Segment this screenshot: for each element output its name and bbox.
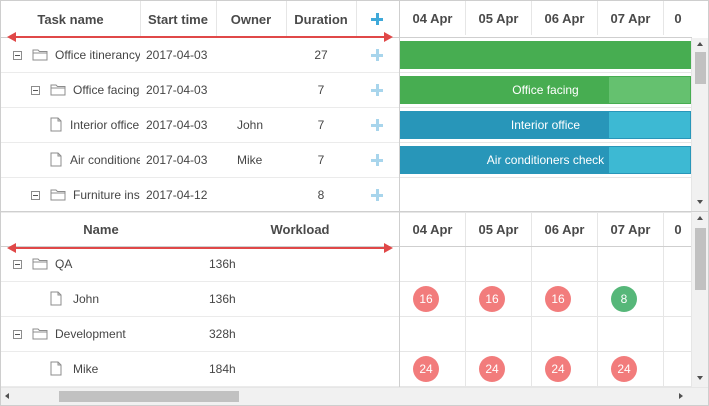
column-header-workload[interactable]: Workload: [201, 212, 399, 246]
file-icon: [50, 117, 62, 135]
gantt-task-bar[interactable]: Office facing: [400, 76, 691, 104]
horizontal-scroll-thumb[interactable]: [59, 391, 239, 402]
task-row[interactable]: Office itinerancy 2017-04-03 27: [1, 38, 399, 73]
folder-icon: [50, 188, 66, 204]
timeline-date-header: 04 Apr: [412, 221, 453, 237]
task-duration: 7: [317, 118, 325, 132]
task-duration: 7: [317, 83, 325, 97]
grid-resize-arrow-icon[interactable]: [7, 31, 393, 43]
file-icon: [50, 291, 62, 309]
task-row[interactable]: Furniture installation 2017-04-12 8: [1, 178, 399, 213]
collapse-toggle-icon[interactable]: [13, 260, 22, 269]
task-progress-fill: [401, 42, 690, 68]
resource-grid-resize-arrow-icon[interactable]: [7, 242, 393, 254]
resource-name: Mike: [73, 362, 99, 376]
workload-circle[interactable]: 24: [545, 356, 571, 382]
gantt-task-bar[interactable]: [400, 41, 691, 69]
task-owner: Mike: [237, 153, 263, 167]
timeline-date-header: 07 Apr: [610, 221, 651, 237]
workload-circle[interactable]: 8: [611, 286, 637, 312]
task-row[interactable]: Office facing 2017-04-03 7: [1, 73, 399, 108]
task-name: Interior office: [70, 118, 140, 132]
gantt-vertical-scrollbar[interactable]: [691, 38, 708, 211]
file-icon: [50, 152, 62, 170]
folder-icon: [32, 48, 48, 64]
timeline-date-header: 05 Apr: [478, 10, 519, 26]
scroll-left-arrow-icon[interactable]: [5, 393, 9, 399]
task-owner: [237, 73, 286, 107]
resource-workload: 136h: [209, 292, 236, 306]
task-name: Furniture installation: [73, 188, 140, 202]
task-owner: John: [237, 118, 264, 132]
add-subtask-plus-icon[interactable]: [370, 153, 384, 167]
collapse-toggle-icon[interactable]: [13, 51, 22, 60]
collapse-toggle-icon[interactable]: [31, 86, 40, 95]
collapse-toggle-icon[interactable]: [13, 330, 22, 339]
resource-workload: 184h: [209, 362, 236, 376]
gantt-timeline-header: 04 Apr 05 Apr 06 Apr 07 Apr 0: [400, 1, 692, 38]
timeline-date-header: 07 Apr: [610, 10, 651, 26]
resource-timeline-header: 04 Apr 05 Apr 06 Apr 07 Apr 0: [400, 212, 692, 247]
workload-circle[interactable]: 16: [545, 286, 571, 312]
task-start-time: 2017-04-03: [146, 48, 208, 62]
workload-circle[interactable]: 16: [413, 286, 439, 312]
task-bar-label: Office facing: [512, 83, 579, 97]
task-start-time: 2017-04-03: [146, 118, 208, 132]
task-start-time: 2017-04-03: [146, 83, 208, 97]
workload-circle[interactable]: 24: [611, 356, 637, 382]
workload-circle[interactable]: 16: [479, 286, 505, 312]
task-start-time: 2017-04-03: [146, 153, 208, 167]
add-task-plus-icon[interactable]: [370, 12, 384, 26]
task-duration: 8: [317, 188, 325, 202]
task-duration: 27: [314, 48, 328, 62]
file-icon: [50, 361, 62, 379]
add-subtask-plus-icon[interactable]: [370, 83, 384, 97]
timeline-date-header: 0: [674, 221, 682, 237]
task-name: Air conditioners check: [70, 153, 140, 167]
timeline-date-header: 05 Apr: [478, 221, 519, 237]
horizontal-scrollbar[interactable]: [1, 387, 708, 405]
folder-icon: [50, 83, 66, 99]
timeline-date-header: 06 Apr: [544, 10, 585, 26]
resource-row[interactable]: Development 328h: [1, 317, 399, 352]
resource-workload: 328h: [209, 327, 236, 341]
add-subtask-plus-icon[interactable]: [370, 188, 384, 202]
folder-icon: [32, 327, 48, 343]
task-bar-label: Air conditioners check: [486, 153, 605, 167]
task-duration: 7: [317, 153, 325, 167]
workload-circle[interactable]: 24: [479, 356, 505, 382]
gantt-task-bar[interactable]: Air conditioners check: [400, 146, 691, 174]
timeline-date-header: 0: [674, 10, 682, 26]
timeline-date-header: 04 Apr: [412, 10, 453, 26]
resource-row[interactable]: John 136h: [1, 282, 399, 317]
gantt-task-bar[interactable]: Interior office: [400, 111, 691, 139]
scroll-down-arrow-icon[interactable]: [697, 200, 703, 204]
gantt-resource-view: Task name Start time Owner Duration Offi…: [0, 0, 709, 406]
workload-circle[interactable]: 24: [413, 356, 439, 382]
folder-icon: [32, 257, 48, 273]
add-subtask-plus-icon[interactable]: [370, 118, 384, 132]
column-header-name[interactable]: Name: [1, 212, 201, 246]
task-start-time: 2017-04-12: [146, 188, 208, 202]
scroll-up-arrow-icon[interactable]: [697, 42, 703, 46]
resource-vertical-scrollbar[interactable]: [691, 212, 708, 387]
add-subtask-plus-icon[interactable]: [370, 48, 384, 62]
resource-name: Development: [55, 327, 126, 341]
gantt-vertical-scroll-thumb[interactable]: [695, 52, 706, 84]
resource-row[interactable]: Mike 184h: [1, 352, 399, 387]
task-owner: [237, 38, 286, 72]
resource-name: John: [73, 292, 100, 306]
task-name: Office facing: [73, 83, 140, 97]
task-bar-label: Interior office: [510, 118, 581, 132]
scroll-right-arrow-icon[interactable]: [679, 393, 683, 399]
task-name: Office itinerancy: [55, 48, 140, 62]
task-row[interactable]: Interior office 2017-04-03 John 7: [1, 108, 399, 143]
scroll-down-arrow-icon[interactable]: [697, 376, 703, 380]
collapse-toggle-icon[interactable]: [31, 191, 40, 200]
timeline-date-header: 06 Apr: [544, 221, 585, 237]
task-owner: [237, 178, 286, 212]
task-row[interactable]: Air conditioners check 2017-04-03 Mike 7: [1, 143, 399, 178]
resource-vertical-scroll-thumb[interactable]: [695, 228, 706, 290]
scroll-up-arrow-icon[interactable]: [697, 216, 703, 220]
